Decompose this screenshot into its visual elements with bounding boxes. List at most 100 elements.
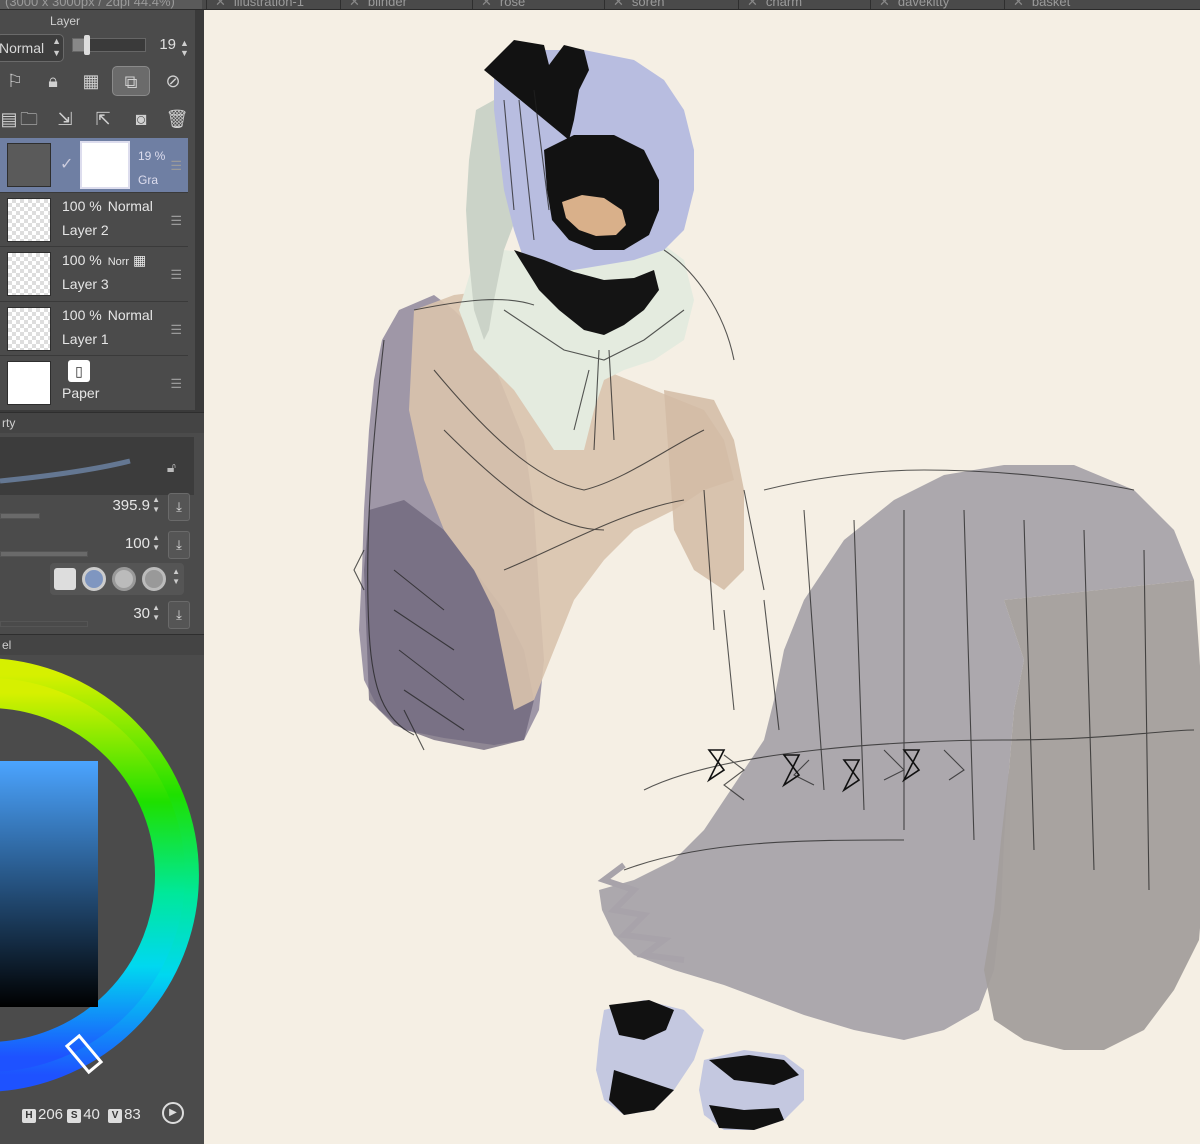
- layer-mode: Normal: [107, 306, 153, 323]
- tab-davekitty[interactable]: ✕ davekitty: [870, 0, 1004, 9]
- paper-icon: ▯: [68, 360, 90, 382]
- lock-transparency-icon: ▦: [132, 252, 147, 268]
- reference-layer-icon[interactable]: ⚐: [0, 66, 30, 96]
- tab-soren[interactable]: ✕ soren: [604, 0, 738, 9]
- tab-rose[interactable]: ✕ rose: [472, 0, 604, 9]
- drag-handle-icon[interactable]: ☰: [170, 213, 182, 229]
- download-icon[interactable]: ⤓: [168, 531, 190, 559]
- layer-opacity: 19 %: [138, 149, 166, 163]
- layer-name: Paper: [62, 385, 100, 401]
- tab-current-document[interactable]: (3000 x 3000px / 2dpi 44.4%): [0, 0, 202, 9]
- tab-label: rose: [499, 0, 526, 9]
- close-icon[interactable]: ✕: [1013, 0, 1024, 9]
- layer-mode: Gra: [138, 173, 159, 187]
- close-icon[interactable]: ✕: [747, 0, 758, 9]
- document-tab-strip: (3000 x 3000px / 2dpi 44.4%) ✕ illustrati…: [0, 0, 1200, 10]
- close-icon[interactable]: ✕: [215, 0, 226, 9]
- chevron-up-down-icon[interactable]: ▲ ▼: [172, 567, 180, 587]
- layer-mask-icon[interactable]: ◙: [126, 104, 156, 134]
- layer-props: 100 % Normal: [62, 307, 153, 323]
- lock-icon[interactable]: 🔒︎: [38, 66, 68, 96]
- clip-layer-icon[interactable]: ⧉: [112, 66, 150, 96]
- opacity-slider[interactable]: [72, 35, 146, 55]
- opacity-value[interactable]: 100: [125, 535, 150, 552]
- layer-row-paper[interactable]: ▯ Paper ☰: [0, 356, 188, 411]
- brush-size-row[interactable]: 395.9 ▲ ▼ ⤓: [0, 491, 194, 525]
- tab-blinder[interactable]: ✕ blinder: [340, 0, 472, 9]
- new-folder-icon[interactable]: 🗀︎: [14, 104, 44, 134]
- saturation-value-square[interactable]: [0, 761, 98, 1007]
- brush-tip-selector: ▲ ▼: [50, 563, 184, 595]
- tab-label: illustration-1: [233, 0, 304, 9]
- layer-panel: Layer Normal ▲ ▼ 19 ▲ ▼ ⚐ 🔒︎ ▦ ⧉ ⊘ ▤ 🗀︎ ⇲ …: [0, 10, 198, 411]
- setting3-bar[interactable]: [0, 621, 88, 627]
- drag-handle-icon[interactable]: ☰: [170, 267, 182, 283]
- close-icon[interactable]: ✕: [613, 0, 624, 9]
- layer-props: 100 % Norr ▦: [62, 252, 146, 269]
- download-icon[interactable]: ⤓: [168, 493, 190, 521]
- mask-off-icon[interactable]: ⊘: [158, 66, 188, 96]
- layer-thumbnail: [7, 361, 51, 405]
- stepper-icon[interactable]: ▲ ▼: [152, 533, 160, 553]
- artwork-illustration: [353, 40, 1200, 1130]
- drag-handle-icon[interactable]: ☰: [170, 158, 182, 174]
- drag-handle-icon[interactable]: ☰: [170, 322, 182, 338]
- anti-alias-medium-icon[interactable]: [112, 567, 136, 591]
- opacity-bar[interactable]: [0, 551, 88, 557]
- setting3-row[interactable]: 30 ▲ ▼ ⤓: [0, 599, 194, 633]
- check-icon[interactable]: ✓: [60, 154, 73, 174]
- layer-name: Layer 1: [62, 330, 109, 347]
- opacity-stepper[interactable]: ▲ ▼: [180, 38, 189, 58]
- opacity-handle[interactable]: [83, 35, 90, 55]
- tab-basket[interactable]: ✕ basket: [1004, 0, 1200, 9]
- color-wheel[interactable]: [0, 655, 204, 1115]
- layer-row-layer-1[interactable]: 100 % Normal Layer 1 ☰: [0, 301, 188, 356]
- layer-row-layer-2[interactable]: 100 % Normal Layer 2 ☰: [0, 192, 188, 247]
- stepper-icon[interactable]: ▲ ▼: [152, 603, 160, 623]
- layer-info: 19 % Gra: [138, 144, 165, 192]
- brush-size-value[interactable]: 395.9: [112, 497, 150, 514]
- setting3-value[interactable]: 30: [133, 605, 150, 622]
- brush-size-bar[interactable]: [0, 513, 40, 519]
- layer-thumbnail: [7, 143, 51, 187]
- layer-opacity: 100 %: [62, 306, 102, 323]
- unlock-icon[interactable]: 🔓︎: [167, 459, 176, 476]
- play-icon[interactable]: ▶: [162, 1102, 184, 1124]
- tab-label: soren: [631, 0, 665, 9]
- layer-row-gradient[interactable]: ✓ 19 % Gra ☰: [0, 138, 188, 193]
- close-icon[interactable]: ✕: [879, 0, 890, 9]
- lock-transparency-icon[interactable]: ▦: [76, 66, 106, 96]
- layer-props: 100 % Normal: [62, 198, 153, 214]
- anti-alias-strong-icon[interactable]: [142, 567, 166, 591]
- transfer-icon[interactable]: ⇱: [88, 104, 118, 134]
- stepper-icon[interactable]: ▲ ▼: [152, 495, 160, 515]
- layer-opacity: 100 %: [62, 197, 102, 214]
- panel-title: rty: [0, 413, 204, 433]
- anti-alias-none-icon[interactable]: [54, 568, 76, 590]
- drawing-canvas[interactable]: [204, 10, 1200, 1144]
- h-value: 206: [38, 1106, 64, 1123]
- layer-mode: Norr: [107, 256, 130, 268]
- tab-label: charm: [765, 0, 803, 9]
- download-icon[interactable]: ⤓: [168, 601, 190, 629]
- tab-label: (3000 x 3000px / 2dpi 44.4%): [5, 0, 175, 9]
- layer-mask-thumbnail[interactable]: [80, 141, 130, 189]
- drag-handle-icon[interactable]: ☰: [170, 376, 182, 392]
- layer-row-layer-3[interactable]: 100 % Norr ▦ Layer 3 ☰: [0, 247, 188, 302]
- tab-illustration-1[interactable]: ✕ illustration-1: [206, 0, 340, 9]
- anti-alias-weak-icon[interactable]: [82, 567, 106, 591]
- layer-list: ✓ 19 % Gra ☰ 100 % Normal Layer 2 ☰ 100 % N…: [0, 138, 188, 411]
- tab-label: basket: [1031, 0, 1071, 9]
- v-label: V: [108, 1109, 123, 1123]
- tab-charm[interactable]: ✕ charm: [738, 0, 870, 9]
- opacity-row[interactable]: 100 ▲ ▼ ⤓: [0, 529, 194, 563]
- layer-opacity: 100 %: [62, 252, 102, 268]
- s-label: S: [67, 1109, 82, 1123]
- close-icon[interactable]: ✕: [481, 0, 492, 9]
- blend-mode-select[interactable]: Normal ▲ ▼: [0, 34, 64, 62]
- chevron-up-down-icon: ▲ ▼: [52, 36, 61, 58]
- close-icon[interactable]: ✕: [349, 0, 360, 9]
- trash-icon[interactable]: 🗑︎: [162, 104, 192, 134]
- merge-down-icon[interactable]: ⇲: [50, 104, 80, 134]
- stroke-preview-graphic: [0, 458, 131, 484]
